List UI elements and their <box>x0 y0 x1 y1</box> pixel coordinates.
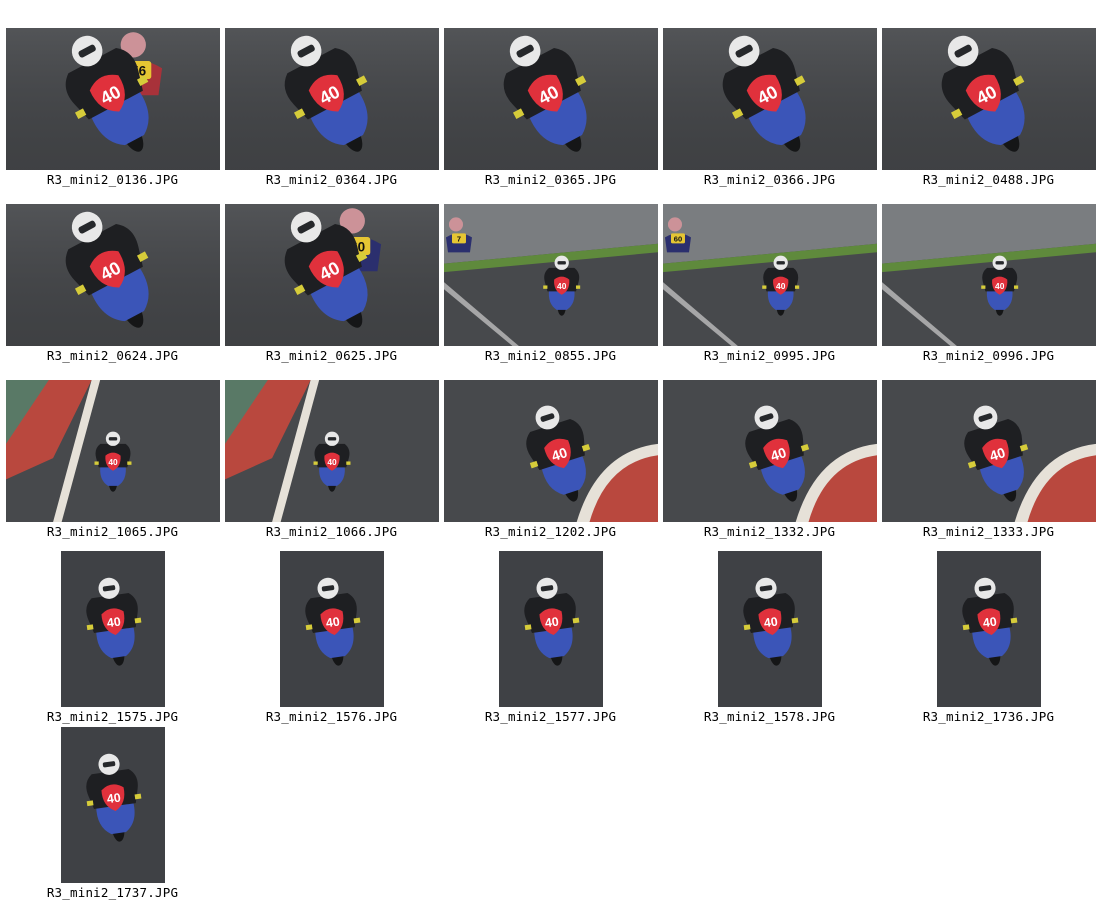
thumbnail-frame: 40 <box>879 200 1098 346</box>
thumbnail-frame: 40 <box>441 376 660 522</box>
filename-caption[interactable]: R3_mini2_0366.JPG <box>660 172 879 187</box>
thumbnail-frame: 40 <box>660 376 879 522</box>
gallery-item[interactable]: 60 40 R3_mini2_0625.JPG <box>222 200 441 375</box>
photo-thumbnail[interactable]: 40 <box>662 28 877 170</box>
filename-caption[interactable]: R3_mini2_1736.JPG <box>879 709 1098 724</box>
gallery-item[interactable]: 40 R3_mini2_1737.JPG <box>3 727 222 902</box>
gallery-item[interactable]: 40 R3_mini2_0488.JPG <box>879 24 1098 199</box>
photo-thumbnail[interactable]: 40 <box>443 380 658 522</box>
filename-caption[interactable]: R3_mini2_1577.JPG <box>441 709 660 724</box>
svg-text:40: 40 <box>325 614 341 630</box>
thumbnail-frame: 40 <box>660 551 879 707</box>
svg-text:40: 40 <box>544 614 560 630</box>
svg-text:40: 40 <box>106 790 122 806</box>
gallery-item[interactable]: 40 R3_mini2_1065.JPG <box>3 376 222 551</box>
svg-text:40: 40 <box>763 614 779 630</box>
thumbnail-frame: 40 <box>879 24 1098 170</box>
photo-thumbnail[interactable]: 40 <box>224 380 439 522</box>
svg-text:40: 40 <box>327 457 337 467</box>
filename-caption[interactable]: R3_mini2_0136.JPG <box>3 172 222 187</box>
svg-text:40: 40 <box>108 457 118 467</box>
filename-caption[interactable]: R3_mini2_0488.JPG <box>879 172 1098 187</box>
gallery-item[interactable]: 40 R3_mini2_0624.JPG <box>3 200 222 375</box>
photo-thumbnail[interactable]: 40 <box>279 551 384 707</box>
svg-text:40: 40 <box>995 281 1005 291</box>
filename-caption[interactable]: R3_mini2_1332.JPG <box>660 524 879 539</box>
svg-text:7: 7 <box>456 234 460 243</box>
thumbnail-frame: 7 40 <box>441 200 660 346</box>
thumbnail-frame: 40 <box>3 551 222 707</box>
photo-thumbnail[interactable]: 40 <box>717 551 822 707</box>
photo-thumbnail[interactable]: 40 <box>936 551 1041 707</box>
photo-thumbnail[interactable]: 56 40 <box>5 28 220 170</box>
thumbnail-frame: 40 <box>3 376 222 522</box>
photo-thumbnail[interactable]: 40 <box>662 380 877 522</box>
filename-caption[interactable]: R3_mini2_1578.JPG <box>660 709 879 724</box>
filename-caption[interactable]: R3_mini2_1202.JPG <box>441 524 660 539</box>
photo-thumbnail[interactable]: 7 40 <box>443 204 658 346</box>
filename-caption[interactable]: R3_mini2_0996.JPG <box>879 348 1098 363</box>
gallery-item[interactable]: 40 R3_mini2_0996.JPG <box>879 200 1098 375</box>
gallery-item[interactable]: 40 R3_mini2_1202.JPG <box>441 376 660 551</box>
thumbnail-frame: 40 <box>441 24 660 170</box>
filename-caption[interactable]: R3_mini2_1333.JPG <box>879 524 1098 539</box>
photo-thumbnail[interactable]: 40 <box>224 28 439 170</box>
filename-caption[interactable]: R3_mini2_0364.JPG <box>222 172 441 187</box>
filename-caption[interactable]: R3_mini2_0365.JPG <box>441 172 660 187</box>
svg-text:40: 40 <box>776 281 786 291</box>
thumbnail-frame: 56 40 <box>3 24 222 170</box>
gallery-item[interactable]: 40 R3_mini2_1332.JPG <box>660 376 879 551</box>
photo-thumbnail[interactable]: 40 <box>881 204 1096 346</box>
filename-caption[interactable]: R3_mini2_0855.JPG <box>441 348 660 363</box>
gallery-item[interactable]: 60 40 R3_mini2_0995.JPG <box>660 200 879 375</box>
gallery-item[interactable]: 40 R3_mini2_1333.JPG <box>879 376 1098 551</box>
filename-caption[interactable]: R3_mini2_1065.JPG <box>3 524 222 539</box>
filename-caption[interactable]: R3_mini2_0625.JPG <box>222 348 441 363</box>
svg-text:40: 40 <box>982 614 998 630</box>
photo-thumbnail[interactable]: 40 <box>60 551 165 707</box>
gallery-item[interactable]: 40 R3_mini2_1575.JPG <box>3 551 222 726</box>
gallery-item[interactable]: 40 R3_mini2_1736.JPG <box>879 551 1098 726</box>
filename-caption[interactable]: R3_mini2_1066.JPG <box>222 524 441 539</box>
filename-caption[interactable]: R3_mini2_1575.JPG <box>3 709 222 724</box>
thumbnail-frame: 60 40 <box>660 200 879 346</box>
thumbnail-frame: 40 <box>222 376 441 522</box>
filename-caption[interactable]: R3_mini2_0624.JPG <box>3 348 222 363</box>
gallery-item[interactable]: 40 R3_mini2_0364.JPG <box>222 24 441 199</box>
photo-thumbnail[interactable]: 40 <box>5 204 220 346</box>
thumbnail-frame: 40 <box>441 551 660 707</box>
thumbnail-frame: 60 40 <box>222 200 441 346</box>
photo-thumbnail[interactable]: 40 <box>881 380 1096 522</box>
filename-caption[interactable]: R3_mini2_1737.JPG <box>3 885 222 900</box>
svg-text:60: 60 <box>673 234 681 243</box>
thumbnail-frame: 40 <box>879 551 1098 707</box>
thumbnail-frame: 40 <box>3 200 222 346</box>
thumbnail-frame: 40 <box>3 727 222 883</box>
photo-thumbnail[interactable]: 40 <box>5 380 220 522</box>
gallery-item[interactable]: 40 R3_mini2_0366.JPG <box>660 24 879 199</box>
thumbnail-frame: 40 <box>660 24 879 170</box>
photo-thumbnail[interactable]: 40 <box>881 28 1096 170</box>
photo-thumbnail[interactable]: 40 <box>498 551 603 707</box>
svg-text:40: 40 <box>557 281 567 291</box>
thumbnail-gallery: 56 40 R3_mini2_0136.JPG 40 R3_mini2_0364… <box>0 0 1100 900</box>
gallery-item[interactable]: 40 R3_mini2_0365.JPG <box>441 24 660 199</box>
gallery-item[interactable]: 56 40 R3_mini2_0136.JPG <box>3 24 222 199</box>
photo-thumbnail[interactable]: 60 40 <box>224 204 439 346</box>
filename-caption[interactable]: R3_mini2_0995.JPG <box>660 348 879 363</box>
gallery-item[interactable]: 40 R3_mini2_1578.JPG <box>660 551 879 726</box>
filename-caption[interactable]: R3_mini2_1576.JPG <box>222 709 441 724</box>
thumbnail-frame: 40 <box>222 24 441 170</box>
photo-thumbnail[interactable]: 40 <box>60 727 165 883</box>
thumbnail-frame: 40 <box>222 551 441 707</box>
gallery-item[interactable]: 40 R3_mini2_1576.JPG <box>222 551 441 726</box>
thumbnail-frame: 40 <box>879 376 1098 522</box>
photo-thumbnail[interactable]: 40 <box>443 28 658 170</box>
photo-thumbnail[interactable]: 60 40 <box>662 204 877 346</box>
gallery-item[interactable]: 7 40 R3_mini2_0855.JPG <box>441 200 660 375</box>
gallery-item[interactable]: 40 R3_mini2_1066.JPG <box>222 376 441 551</box>
svg-text:40: 40 <box>106 614 122 630</box>
gallery-item[interactable]: 40 R3_mini2_1577.JPG <box>441 551 660 726</box>
